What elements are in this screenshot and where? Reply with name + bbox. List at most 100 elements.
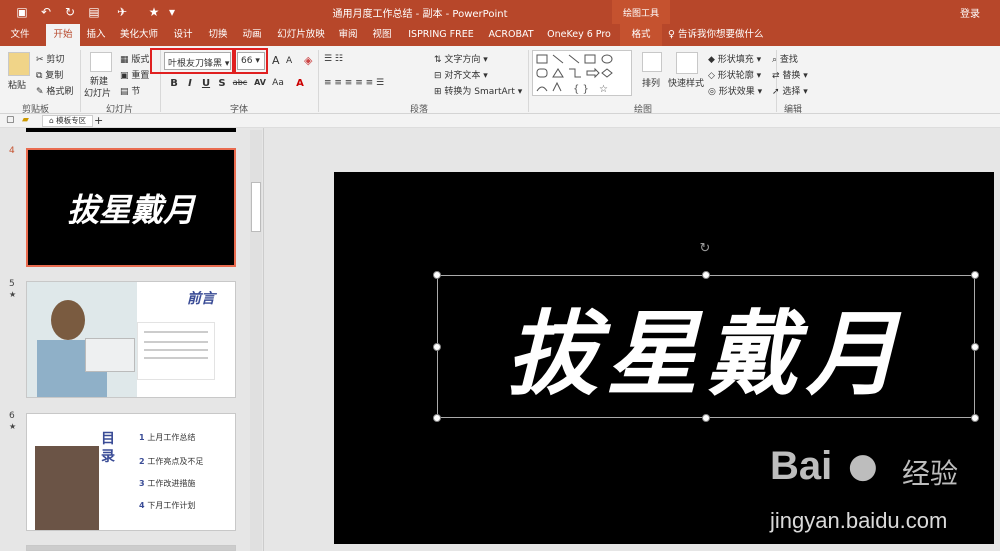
grow-font-button[interactable]: A <box>272 54 280 67</box>
login-button[interactable]: 登录 <box>960 5 980 20</box>
brush-icon: ✎ <box>36 87 47 97</box>
tab-meihua[interactable]: 美化大师 <box>116 24 162 46</box>
thumbnail-slide-5[interactable]: 前言 <box>26 281 236 398</box>
doc-tab-template[interactable]: ⌂ 模板专区 <box>42 115 94 127</box>
align-text-button[interactable]: ⊟ 对齐文本 ▾ <box>434 68 488 81</box>
thumbnail-title: 前言 <box>187 291 215 307</box>
bullets-icon[interactable]: ☰ ☷ <box>324 54 343 64</box>
tab-onekey[interactable]: OneKey 6 Pro <box>544 24 614 46</box>
baidu-watermark: Bai ● 经验 jingyan.baidu.com <box>770 444 1000 548</box>
quick-styles-icon[interactable] <box>676 52 698 74</box>
resize-handle-se[interactable] <box>971 414 979 422</box>
copy-icon: ⧉ <box>36 71 46 81</box>
thumbnail-number: 6 <box>9 411 15 421</box>
reset-button[interactable]: ▣ 重置 <box>120 68 149 81</box>
watermark-url: jingyan.baidu.com <box>770 508 948 533</box>
thumbnail-next-edge[interactable] <box>26 545 236 551</box>
save-icon[interactable]: ▣ <box>14 4 30 20</box>
shape-fill-button[interactable]: ◆ 形状填充 ▾ <box>708 52 761 65</box>
resize-handle-n[interactable] <box>702 271 710 279</box>
format-painter-button[interactable]: ✎ 格式刷 <box>36 84 73 97</box>
clear-format-icon[interactable]: ◈ <box>304 54 312 67</box>
thumbnail-photo <box>27 282 137 397</box>
thumbnail-slide-4[interactable]: 拔星戴月 <box>26 148 236 267</box>
section-button[interactable]: ▤ 节 <box>120 84 140 97</box>
thumbnail-prev-edge[interactable] <box>26 128 236 132</box>
change-case-button[interactable]: Aa <box>270 78 286 88</box>
resize-handle-ne[interactable] <box>971 271 979 279</box>
document-tab-strip: ▢ ▰ ⌂ 模板专区 + <box>0 114 1000 128</box>
star-icon[interactable]: ★ <box>146 4 162 20</box>
animation-icon[interactable]: ✈ <box>114 4 130 20</box>
italic-button[interactable]: I <box>184 78 196 89</box>
folder-icon[interactable]: ▰ <box>22 115 29 125</box>
tab-transitions[interactable]: 切换 <box>204 24 232 46</box>
tab-view[interactable]: 视图 <box>368 24 396 46</box>
new-slide-label2[interactable]: 幻灯片 <box>84 86 111 99</box>
smartart-icon: ⊞ <box>434 87 445 97</box>
cut-button[interactable]: ✂ 剪切 <box>36 52 64 65</box>
ribbon-tabs: 文件 开始 插入 美化大师 设计 切换 动画 幻灯片放映 审阅 视图 ISPRI… <box>0 24 1000 62</box>
shape-outline-button[interactable]: ◇ 形状轮廓 ▾ <box>708 68 761 81</box>
panel-scrollbar-thumb[interactable] <box>251 182 261 232</box>
paste-button[interactable]: 粘贴 <box>8 78 26 91</box>
resize-handle-e[interactable] <box>971 343 979 351</box>
add-tab-icon[interactable]: + <box>94 114 103 127</box>
tab-review[interactable]: 审阅 <box>334 24 362 46</box>
list-item: 1 上月工作总结 <box>139 433 196 442</box>
quick-styles-button[interactable]: 快速样式 <box>668 76 704 89</box>
resize-handle-sw[interactable] <box>433 414 441 422</box>
tab-insert[interactable]: 插入 <box>82 24 110 46</box>
bold-button[interactable]: B <box>168 78 180 89</box>
redo-icon[interactable]: ↻ <box>62 4 78 20</box>
shape-effects-button[interactable]: ◎ 形状效果 ▾ <box>708 84 762 97</box>
thumbnail-slide-6[interactable]: 目录 1 上月工作总结 2 工作亮点及不足 3 工作改进措施 4 下月工作计划 <box>26 413 236 531</box>
tab-file[interactable]: 文件 <box>6 24 34 46</box>
shape-gallery[interactable]: { } ☆ <box>532 50 632 96</box>
align-text-icon: ⊟ <box>434 71 445 81</box>
separator <box>318 50 319 112</box>
tab-ispring[interactable]: ISPRING FREE 7 <box>404 24 478 62</box>
layout-button[interactable]: ▦ 版式 <box>120 52 149 65</box>
new-slide-icon[interactable] <box>90 52 112 72</box>
font-color-button[interactable]: A <box>294 78 306 89</box>
smartart-button[interactable]: ⊞ 转换为 SmartArt ▾ <box>434 84 522 97</box>
resize-handle-s[interactable] <box>702 414 710 422</box>
tab-slideshow[interactable]: 幻灯片放映 <box>274 24 328 46</box>
shadow-button[interactable]: S <box>216 78 228 89</box>
shapes-icon: { } ☆ <box>536 54 613 95</box>
resize-handle-nw[interactable] <box>433 271 441 279</box>
qa-dropdown-icon[interactable]: ▾ <box>164 4 180 20</box>
thumbnail-textbox <box>137 322 215 380</box>
selection-box <box>437 275 975 418</box>
find-button[interactable]: ⌕ 查找 <box>772 52 798 65</box>
page-icon[interactable]: ▢ <box>6 115 15 125</box>
arrange-icon[interactable] <box>642 52 662 72</box>
tab-animations[interactable]: 动画 <box>238 24 266 46</box>
tab-design[interactable]: 设计 <box>169 24 197 46</box>
paste-icon[interactable] <box>8 52 30 76</box>
shrink-font-button[interactable]: A <box>286 56 292 66</box>
drawing-tools-label: 绘图工具 <box>612 0 670 24</box>
thumbnail-star: ★ <box>9 422 17 431</box>
text-direction-button[interactable]: ⇅ 文字方向 ▾ <box>434 52 488 65</box>
copy-button[interactable]: ⧉ 复制 <box>36 68 63 81</box>
tab-format[interactable]: 格式 <box>620 24 662 46</box>
tab-home[interactable]: 开始 <box>46 24 80 46</box>
underline-button[interactable]: U <box>200 78 212 89</box>
align-icons[interactable]: ≡ ≡ ≡ ≡ ≡ ☰ <box>324 78 384 88</box>
resize-handle-w[interactable] <box>433 343 441 351</box>
tell-me-box[interactable]: ♀ 告诉我你想要做什么 <box>668 24 764 46</box>
tab-acrobat[interactable]: ACROBAT <box>484 24 538 46</box>
select-button[interactable]: ➚ 选择 ▾ <box>772 84 808 97</box>
outline-icon: ◇ <box>708 71 718 81</box>
rotate-handle-icon[interactable]: ↻ <box>698 242 712 256</box>
arrange-button[interactable]: 排列 <box>642 76 660 89</box>
spacing-button[interactable]: AV <box>252 78 268 87</box>
replace-button[interactable]: ⇄ 替换 ▾ <box>772 68 808 81</box>
strike-button[interactable]: abc <box>230 78 250 87</box>
undo-icon[interactable]: ↶ <box>38 4 54 20</box>
scissors-icon: ✂ <box>36 55 47 65</box>
cursor-icon: ➚ <box>772 87 783 97</box>
present-icon[interactable]: ▤ <box>86 4 102 20</box>
